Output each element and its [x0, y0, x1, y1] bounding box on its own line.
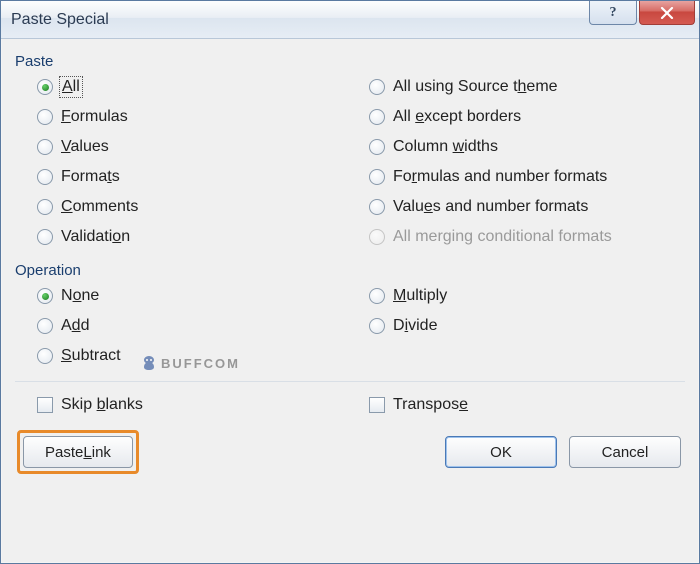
- radio-label: Subtract: [61, 347, 121, 365]
- radio-option[interactable]: Comments: [37, 198, 349, 216]
- radio-icon: [369, 199, 385, 215]
- radio-label: All using Source theme: [393, 78, 558, 96]
- radio-icon: [369, 288, 385, 304]
- radio-option[interactable]: All: [37, 78, 349, 96]
- radio-label: Validation: [61, 228, 130, 246]
- close-button[interactable]: [639, 1, 695, 25]
- radio-icon: [37, 169, 53, 185]
- skip-blanks-checkbox[interactable]: Skip blanks: [37, 396, 349, 414]
- radio-label: Values and number formats: [393, 198, 588, 216]
- transpose-label: Transpose: [393, 396, 468, 414]
- radio-icon: [369, 109, 385, 125]
- radio-option[interactable]: Divide: [369, 317, 681, 335]
- radio-icon: [37, 288, 53, 304]
- radio-label: Formulas and number formats: [393, 168, 607, 186]
- radio-option[interactable]: None: [37, 287, 349, 305]
- radio-label: Multiply: [393, 287, 447, 305]
- radio-label: Values: [61, 138, 109, 156]
- ok-button[interactable]: OK: [445, 436, 557, 468]
- skip-blanks-label: Skip blanks: [61, 396, 143, 414]
- checkbox-row: Skip blanks Transpose: [15, 392, 685, 424]
- radio-icon: [37, 109, 53, 125]
- radio-option: All merging conditional formats: [369, 228, 681, 246]
- radio-option[interactable]: Values and number formats: [369, 198, 681, 216]
- window-controls: ?: [589, 1, 697, 38]
- transpose-checkbox[interactable]: Transpose: [369, 396, 681, 414]
- radio-option[interactable]: Values: [37, 138, 349, 156]
- radio-option[interactable]: Formulas: [37, 108, 349, 126]
- radio-icon: [369, 229, 385, 245]
- cancel-button[interactable]: Cancel: [569, 436, 681, 468]
- radio-label: None: [61, 287, 99, 305]
- radio-option[interactable]: Subtract: [37, 347, 349, 365]
- operation-options: None Multiply Add Divide Subtract: [15, 285, 685, 375]
- radio-label: Formulas: [61, 108, 128, 126]
- radio-label: Comments: [61, 198, 138, 216]
- radio-icon: [37, 79, 53, 95]
- radio-icon: [369, 318, 385, 334]
- paste-options: All All using Source theme Formulas All exc…: [15, 76, 685, 256]
- radio-option[interactable]: Formulas and number formats: [369, 168, 681, 186]
- radio-icon: [37, 199, 53, 215]
- radio-option[interactable]: All except borders: [369, 108, 681, 126]
- radio-option[interactable]: Formats: [37, 168, 349, 186]
- radio-icon: [369, 139, 385, 155]
- radio-label: Column widths: [393, 138, 498, 156]
- checkbox-icon: [369, 397, 385, 413]
- radio-option[interactable]: Column widths: [369, 138, 681, 156]
- radio-option[interactable]: Add: [37, 317, 349, 335]
- window-title: Paste Special: [11, 11, 109, 29]
- radio-label: Formats: [61, 168, 120, 186]
- paste-special-dialog: Paste Special ? Paste All All using Sourc…: [0, 0, 700, 564]
- help-button[interactable]: ?: [589, 1, 637, 25]
- radio-label: All merging conditional formats: [393, 228, 612, 246]
- radio-option[interactable]: Multiply: [369, 287, 681, 305]
- radio-option[interactable]: Validation: [37, 228, 349, 246]
- radio-icon: [369, 169, 385, 185]
- radio-icon: [369, 79, 385, 95]
- operation-group-label: Operation: [15, 262, 685, 279]
- radio-icon: [37, 139, 53, 155]
- radio-option[interactable]: All using Source theme: [369, 78, 681, 96]
- radio-label: All: [61, 78, 81, 96]
- button-row: Paste Link OK Cancel: [15, 424, 685, 474]
- radio-label: All except borders: [393, 108, 521, 126]
- checkbox-icon: [37, 397, 53, 413]
- paste-group-label: Paste: [15, 53, 685, 70]
- paste-link-highlight: Paste Link: [17, 430, 139, 474]
- titlebar: Paste Special ?: [1, 1, 699, 39]
- dialog-content: Paste AllAll using Source themeFormulasA…: [1, 39, 699, 563]
- radio-label: Divide: [393, 317, 437, 335]
- radio-icon: [37, 229, 53, 245]
- paste-link-button[interactable]: Paste Link: [23, 436, 133, 468]
- radio-label: Add: [61, 317, 89, 335]
- radio-icon: [37, 318, 53, 334]
- radio-icon: [37, 348, 53, 364]
- divider: [15, 381, 685, 382]
